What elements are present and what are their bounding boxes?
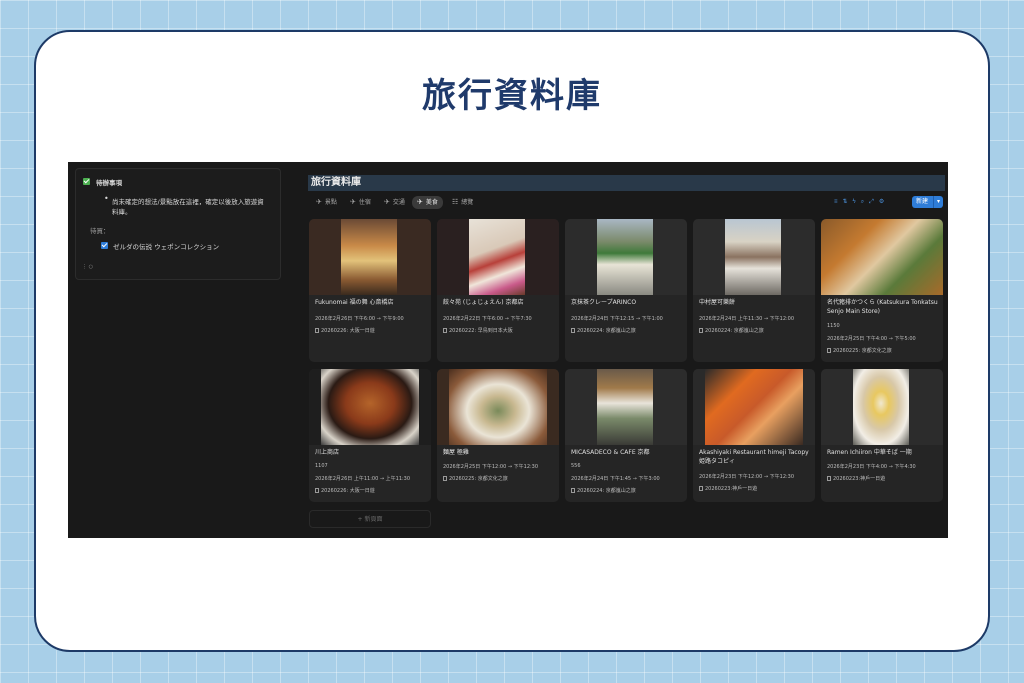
card-trip: 20260226: 大阪一日遊 (315, 327, 375, 334)
food-photo (309, 219, 431, 295)
food-photo (437, 219, 559, 295)
food-photo (309, 369, 431, 445)
tab-food[interactable]: ✈ 美食 (412, 196, 443, 209)
todo-item-checkbox[interactable] (101, 242, 108, 249)
card-title: 中村屋可樂餅 (699, 299, 736, 306)
plane-icon: ✈ (384, 198, 390, 206)
card-time: 2026年2月25日 下午12:00 → 下午12:30 (443, 464, 539, 470)
gallery-card[interactable]: 川上商店 1107 2026年2月26日 上午11:00 → 上午11:30 2… (309, 369, 431, 502)
table-icon: ☷ (452, 198, 459, 206)
card-title: 麵屋 極雞 (443, 449, 469, 456)
filter-icon[interactable]: ≡ (834, 199, 843, 205)
todo-item-text: ゼルダの伝説 ウェポンコレクション (113, 243, 220, 251)
card-trip: 20260224: 京都嵐山之旅 (571, 487, 636, 494)
gallery-card[interactable]: 名代豬排かつくら (Katsukura Tonkatsu Senjo Main … (821, 219, 943, 362)
food-photo (565, 369, 687, 445)
gallery-card[interactable]: 麵屋 極雞 2026年2月25日 下午12:00 → 下午12:30 20260… (437, 369, 559, 502)
todo-bullet-text: 尚未確定的想法/景點放在這裡，確定以後放入旅遊資料庫。 (112, 198, 264, 216)
card-title: Fukunomai 福の舞 心斎橋店 (315, 299, 394, 306)
card-time: 2026年2月24日 下午1:45 → 下午3:00 (571, 476, 660, 482)
document-icon (443, 476, 447, 481)
card-extra: 1150 (827, 323, 840, 329)
card-title: Ramen Ichiiron 中華そば 一期 (827, 449, 912, 456)
food-photo (693, 369, 815, 445)
database-title[interactable]: 旅行資料庫 (308, 175, 945, 191)
search-icon[interactable]: ⌕ (861, 199, 869, 205)
automation-icon[interactable]: ϟ (853, 199, 861, 205)
settings-icon[interactable]: ⚙ (879, 199, 889, 205)
card-extra: 1107 (315, 463, 328, 469)
card-title: 餃々苑 (じょじょえん) 京都店 (443, 299, 524, 306)
pending-label: 待買： (90, 227, 110, 235)
gallery-card[interactable]: Ramen Ichiiron 中華そば 一期 2026年2月23日 下午4:00… (821, 369, 943, 502)
bullet-dot-icon: • (104, 194, 109, 203)
new-button[interactable]: 新建 ▾ (912, 196, 943, 208)
document-icon (827, 348, 831, 353)
card-title: 川上商店 (315, 449, 340, 456)
card-time: 2026年2月24日 下午12:15 → 下午1:00 (571, 316, 663, 322)
plane-icon: ✈ (316, 198, 322, 206)
tab-overview[interactable]: ☷ 總覽 (447, 196, 478, 209)
sort-icon[interactable]: ⇅ (843, 199, 853, 205)
page-title: 旅行資料庫 (422, 76, 602, 116)
card-trip: 20260224: 京都嵐山之旅 (699, 327, 764, 334)
chevron-down-icon[interactable]: ▾ (933, 196, 943, 208)
card-trip: 20260224: 京都嵐山之旅 (571, 327, 636, 334)
add-page-button[interactable]: + 新頁面 (309, 510, 431, 528)
food-photo (437, 369, 559, 445)
document-icon (443, 328, 447, 333)
tab-lodging[interactable]: ✈ 住宿 (345, 196, 376, 209)
plane-icon: ✈ (417, 198, 423, 206)
card-time: 2026年2月26日 上午11:00 → 上午11:30 (315, 476, 411, 482)
gallery-card[interactable]: Akashiyaki Restaurant himeji Tacopy 姫路タコ… (693, 369, 815, 502)
card-title: 名代豬排かつくら (Katsukura Tonkatsu Senjo Main … (827, 299, 938, 315)
document-icon (315, 328, 319, 333)
app-screenshot: 待辦事項 • 尚未確定的想法/景點放在這裡，確定以後放入旅遊資料庫。 待買： ゼ… (68, 162, 948, 538)
todo-checkbox[interactable] (83, 178, 90, 185)
gallery-card[interactable]: 中村屋可樂餅 2026年2月24日 上午11:30 → 下午12:00 2026… (693, 219, 815, 362)
card-time: 2026年2月23日 下午4:00 → 下午4:30 (827, 464, 916, 470)
document-icon (699, 328, 703, 333)
gallery-card[interactable]: 京抹茶クレープARINCO 2026年2月24日 下午12:15 → 下午1:0… (565, 219, 687, 362)
food-photo (565, 219, 687, 295)
card-trip: 20260223:神戶一日遊 (699, 485, 757, 492)
card-time: 2026年2月26日 下午6:00 → 下午9:00 (315, 316, 404, 322)
gallery-card[interactable]: MICASADECO & CAFE 京都 556 2026年2月24日 下午1:… (565, 369, 687, 502)
food-photo (821, 369, 943, 445)
document-icon (571, 328, 575, 333)
food-photo (693, 219, 815, 295)
gallery-card[interactable]: Fukunomai 福の舞 心斎橋店 2026年2月26日 下午6:00 → 下… (309, 219, 431, 362)
plane-icon: ✈ (350, 198, 356, 206)
card-trip: 20260222: 早鳥到日本大阪 (443, 327, 513, 334)
card-trip: 20260226: 大阪一日遊 (315, 487, 375, 494)
todo-heading: 待辦事項 (96, 179, 122, 187)
card-title: MICASADECO & CAFE 京都 (571, 449, 650, 456)
card-trip: 20260225: 京都文化之旅 (827, 347, 892, 354)
card-title: 京抹茶クレープARINCO (571, 299, 637, 306)
card-time: 2026年2月24日 上午11:30 → 下午12:00 (699, 316, 795, 322)
link-icon[interactable]: ⤢ (869, 199, 879, 205)
todo-panel: 待辦事項 • 尚未確定的想法/景點放在這裡，確定以後放入旅遊資料庫。 待買： ゼ… (75, 168, 281, 280)
card-time: 2026年2月22日 下午6:00 → 下午7:30 (443, 316, 532, 322)
toolbar-icons[interactable]: ≡⇅ϟ⌕⤢⚙ (834, 198, 889, 206)
tab-transport[interactable]: ✈ 交通 (379, 196, 410, 209)
drag-handle-icon[interactable]: ⋮ ○ (82, 264, 93, 270)
gallery-card[interactable]: 餃々苑 (じょじょえん) 京都店 2026年2月22日 下午6:00 → 下午7… (437, 219, 559, 362)
document-icon (571, 488, 575, 493)
food-photo (821, 219, 943, 295)
card-time: 2026年2月23日 下午12:00 → 下午12:30 (699, 474, 795, 480)
card-title: Akashiyaki Restaurant himeji Tacopy 姫路タコ… (699, 449, 809, 465)
document-icon (315, 488, 319, 493)
card-time: 2026年2月25日 下午4:00 → 下午5:00 (827, 336, 916, 342)
tab-sightseeing[interactable]: ✈ 景點 (311, 196, 342, 209)
card-extra: 556 (571, 463, 581, 469)
card-trip: 20260225: 京都文化之旅 (443, 475, 508, 482)
document-icon (699, 486, 703, 491)
document-icon (827, 476, 831, 481)
card-trip: 20260223:神戶一日遊 (827, 475, 885, 482)
